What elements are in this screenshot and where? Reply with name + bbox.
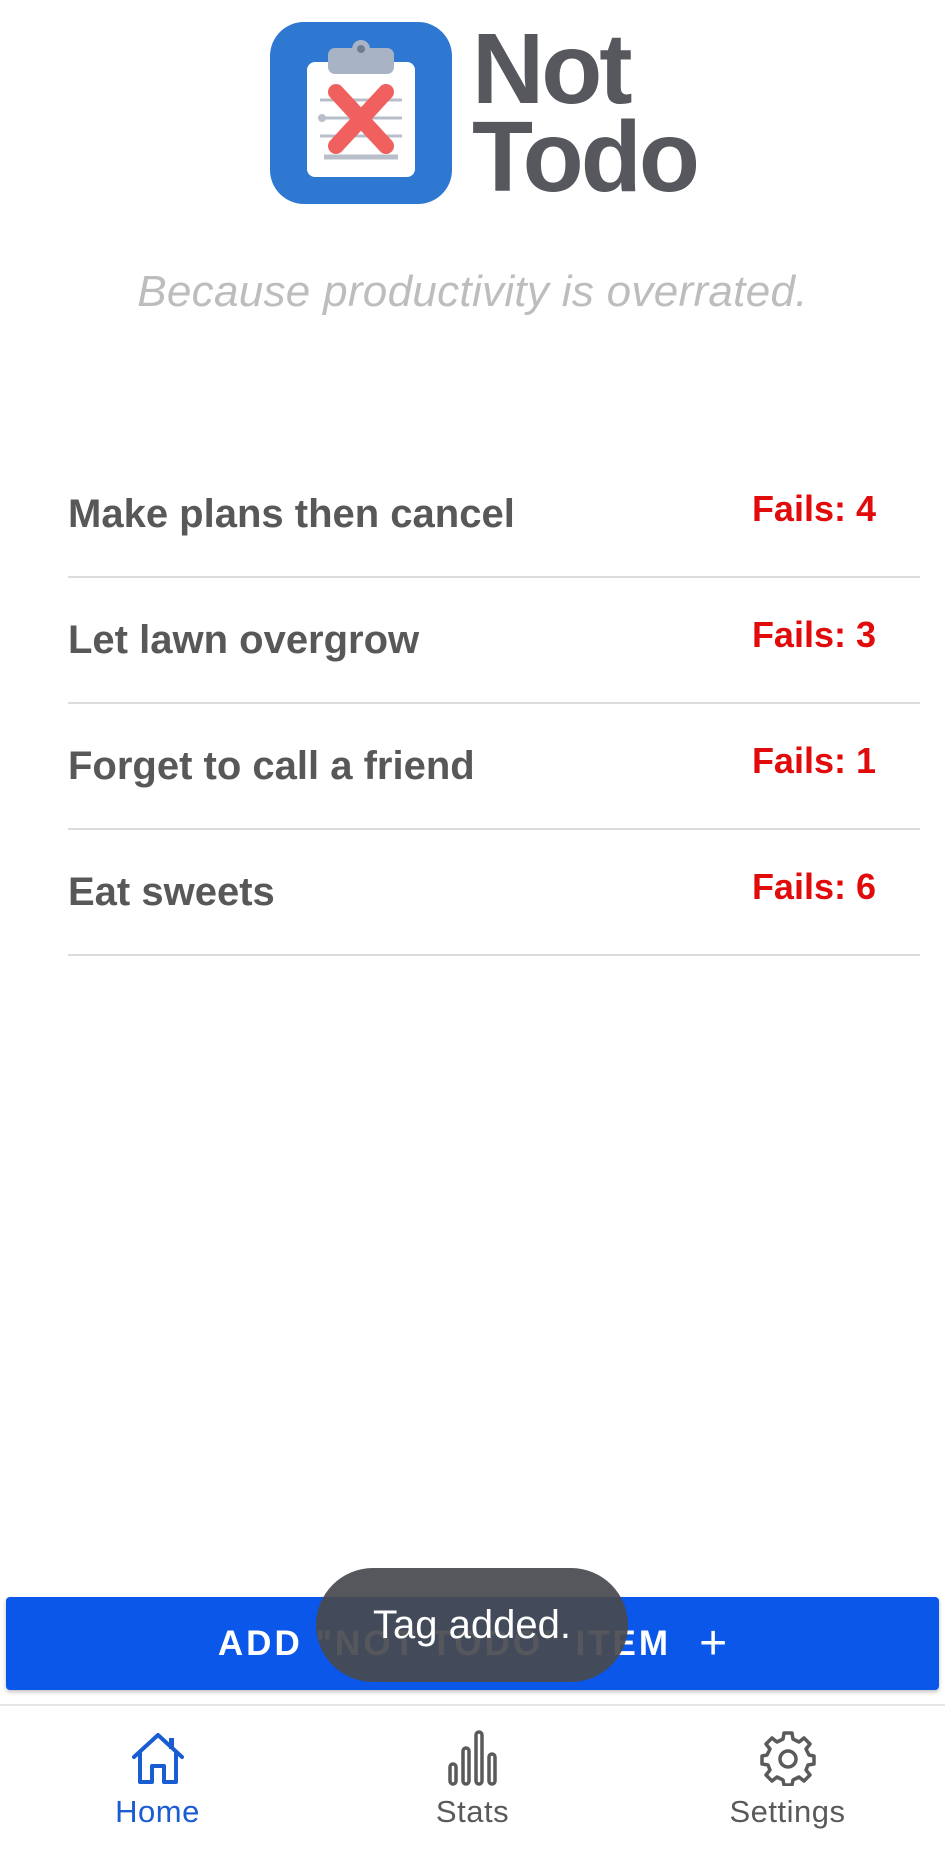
nav-stats-label: Stats [435,1794,510,1829]
tagline: Because productivity is overrated. [137,267,808,316]
fails-count: Fails: 4 [751,488,876,529]
nav-settings-label: Settings [729,1794,846,1829]
home-screen: Not Todo Because productivity is overrat… [0,0,945,1865]
item-label: Forget to call a friend [68,744,475,788]
app-logo: Not Todo [270,13,700,213]
list-item[interactable]: Make plans then cancel Fails: 4 [68,452,920,578]
home-icon [131,1733,184,1784]
fails-count: Fails: 1 [751,740,876,781]
fails-count: Fails: 3 [751,614,876,655]
clipboard-x-icon [270,22,452,204]
bottom-navigation: Home Stats Settings [0,1704,945,1865]
nav-home[interactable]: Home [0,1706,315,1865]
item-label: Make plans then cancel [68,492,515,536]
list-item[interactable]: Let lawn overgrow Fails: 3 [68,578,920,704]
not-todo-list: Make plans then cancel Fails: 4 Let lawn… [68,452,920,956]
plus-icon: + [699,1617,728,1670]
logo-line-2: Todo [472,101,700,213]
list-item[interactable]: Eat sweets Fails: 6 [68,830,920,956]
bar-chart-icon [447,1730,497,1786]
list-item[interactable]: Forget to call a friend Fails: 1 [68,704,920,830]
item-label: Eat sweets [68,870,275,914]
item-label: Let lawn overgrow [68,618,420,662]
nav-stats[interactable]: Stats [315,1706,630,1865]
nav-home-label: Home [115,1794,200,1829]
logo-wordmark: Not Todo [472,13,700,213]
fails-count: Fails: 6 [751,866,876,907]
toast-message: Tag added. [316,1568,628,1682]
nav-settings[interactable]: Settings [630,1706,945,1865]
logo-line-1: Not [472,13,633,125]
gear-icon [759,1731,816,1786]
